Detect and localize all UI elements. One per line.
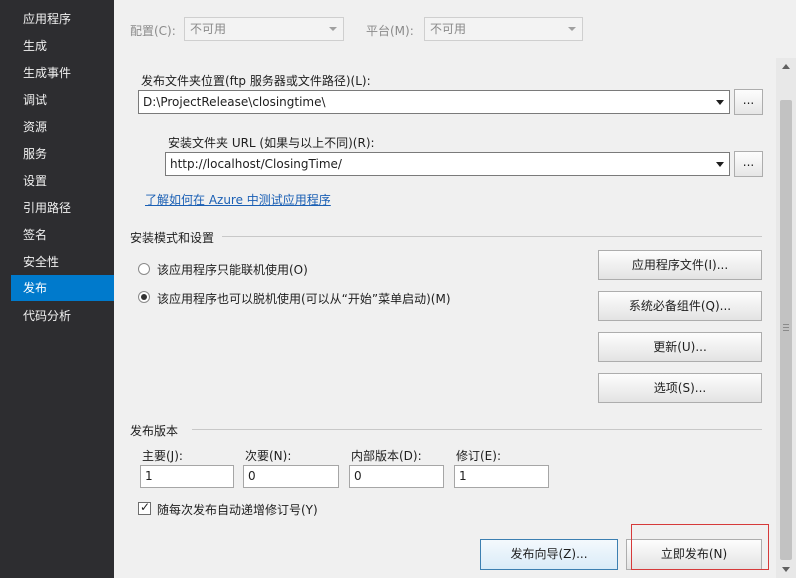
sidebar-item-debug[interactable]: 调试 bbox=[11, 87, 114, 113]
section-divider bbox=[192, 429, 762, 430]
auto-increment-label: 随每次发布自动递增修订号(Y) bbox=[157, 503, 318, 517]
online-only-label: 该应用程序只能联机使用(O) bbox=[157, 263, 308, 277]
sidebar-item-reference-paths[interactable]: 引用路径 bbox=[11, 195, 114, 221]
sidebar-item-resources[interactable]: 资源 bbox=[11, 114, 114, 140]
grip-line bbox=[783, 324, 789, 325]
azure-test-link[interactable]: 了解如何在 Azure 中测试应用程序 bbox=[145, 191, 331, 208]
main-content: 配置(C): 不可用 平台(M): 不可用 发布文件夹位置(ftp 服务器或文件… bbox=[114, 0, 796, 578]
radio-online-only[interactable] bbox=[138, 263, 150, 275]
browse-url-button[interactable]: ... bbox=[734, 151, 763, 177]
publish-folder-label: 发布文件夹位置(ftp 服务器或文件路径)(L): bbox=[141, 74, 371, 88]
auto-increment-checkbox[interactable] bbox=[138, 500, 151, 515]
sidebar-item-build-events[interactable]: 生成事件 bbox=[11, 60, 114, 86]
sidebar-item-security[interactable]: 安全性 bbox=[11, 249, 114, 275]
sidebar-item-services[interactable]: 服务 bbox=[11, 141, 114, 167]
scrollbar-thumb[interactable] bbox=[780, 100, 792, 560]
offline-available-label: 该应用程序也可以脱机使用(可以从“开始”菜单启动)(M) bbox=[157, 292, 451, 306]
scroll-up-icon[interactable] bbox=[776, 58, 796, 76]
updates-button[interactable]: 更新(U)... bbox=[598, 332, 762, 362]
major-version-input[interactable]: 1 bbox=[140, 465, 234, 488]
sidebar-item-signing[interactable]: 签名 bbox=[11, 222, 114, 248]
version-section-title: 发布版本 bbox=[130, 424, 179, 438]
minor-label: 次要(N): bbox=[245, 449, 292, 463]
sidebar-item-code-analysis[interactable]: 代码分析 bbox=[11, 303, 114, 329]
sidebar-item-settings[interactable]: 设置 bbox=[11, 168, 114, 194]
platform-value: 不可用 bbox=[430, 22, 467, 36]
chevron-down-icon bbox=[329, 27, 337, 31]
sidebar-item-application[interactable]: 应用程序 bbox=[11, 6, 114, 32]
options-button[interactable]: 选项(S)... bbox=[598, 373, 762, 403]
platform-dropdown[interactable]: 不可用 bbox=[424, 17, 583, 41]
config-dropdown[interactable]: 不可用 bbox=[184, 17, 344, 41]
application-files-button[interactable]: 应用程序文件(I)... bbox=[598, 250, 762, 280]
sidebar-item-label: 发布 bbox=[23, 281, 48, 295]
revision-version-input[interactable]: 1 bbox=[454, 465, 549, 488]
radio-offline-available[interactable] bbox=[138, 291, 150, 303]
chevron-down-icon bbox=[568, 27, 576, 31]
install-url-value: http://localhost/ClosingTime/ bbox=[170, 157, 342, 171]
build-label: 内部版本(D): bbox=[351, 449, 422, 463]
section-divider bbox=[222, 236, 762, 237]
scroll-down-icon[interactable] bbox=[776, 560, 796, 578]
chevron-down-icon bbox=[716, 100, 724, 105]
revision-label: 修订(E): bbox=[456, 449, 501, 463]
platform-label: 平台(M): bbox=[366, 24, 414, 38]
install-mode-section-title: 安装模式和设置 bbox=[130, 231, 215, 245]
chevron-down-icon bbox=[716, 162, 724, 167]
publish-panel: 发布文件夹位置(ftp 服务器或文件路径)(L): D:\ProjectRele… bbox=[114, 58, 776, 578]
config-bar: 配置(C): 不可用 平台(M): 不可用 bbox=[114, 0, 796, 58]
config-value: 不可用 bbox=[190, 22, 227, 36]
build-version-input[interactable]: 0 bbox=[349, 465, 444, 488]
grip-line bbox=[783, 330, 789, 331]
grip-line bbox=[783, 327, 789, 328]
major-label: 主要(J): bbox=[142, 449, 183, 463]
browse-folder-button[interactable]: ... bbox=[734, 89, 763, 115]
publish-folder-combo[interactable]: D:\ProjectRelease\closingtime\ bbox=[138, 90, 730, 114]
vertical-scrollbar[interactable] bbox=[776, 58, 796, 578]
install-url-combo[interactable]: http://localhost/ClosingTime/ bbox=[165, 152, 730, 176]
publish-now-button[interactable]: 立即发布(N) bbox=[626, 539, 762, 570]
sidebar-nav: 应用程序 生成 生成事件 调试 资源 服务 设置 引用路径 签名 安全性 发布 … bbox=[0, 0, 122, 578]
prerequisites-button[interactable]: 系统必备组件(Q)... bbox=[598, 291, 762, 321]
minor-version-input[interactable]: 0 bbox=[243, 465, 339, 488]
sidebar-item-publish[interactable]: 发布 bbox=[11, 275, 122, 301]
publish-wizard-button[interactable]: 发布向导(Z)... bbox=[480, 539, 618, 570]
publish-folder-value: D:\ProjectRelease\closingtime\ bbox=[143, 95, 326, 109]
install-url-label: 安装文件夹 URL (如果与以上不同)(R): bbox=[168, 136, 375, 150]
sidebar-item-build[interactable]: 生成 bbox=[11, 33, 114, 59]
config-label: 配置(C): bbox=[130, 24, 176, 38]
